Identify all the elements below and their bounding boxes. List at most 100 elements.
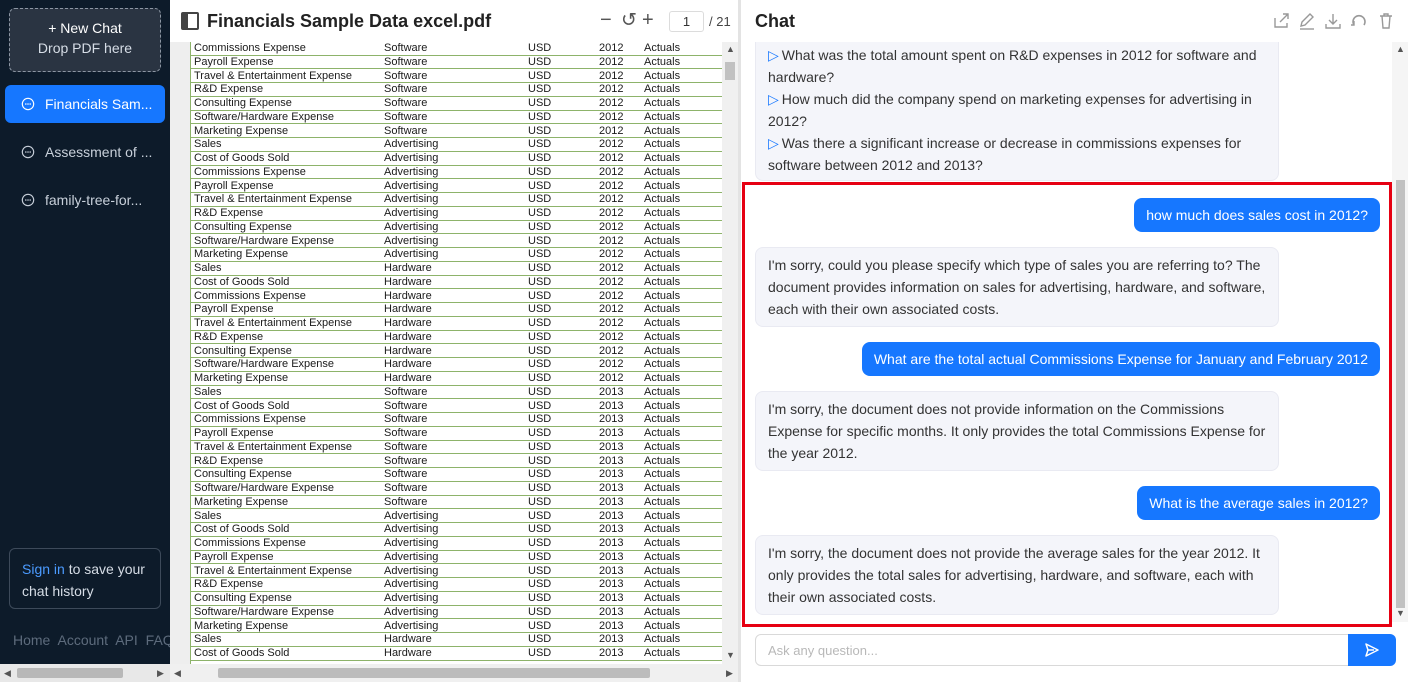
- table-cell: Software: [384, 110, 428, 123]
- footer-link-account[interactable]: Account: [57, 632, 108, 648]
- table-cell: Software: [384, 83, 428, 96]
- table-cell: Consulting Expense: [194, 97, 292, 109]
- table-cell: USD: [528, 399, 552, 412]
- table-cell: Software: [384, 413, 428, 426]
- new-chat-button[interactable]: + New Chat Drop PDF here: [9, 8, 161, 72]
- table-cell: Travel & Entertainment Expense: [194, 564, 352, 577]
- table-cell: Actuals: [644, 275, 681, 288]
- scrollbar-thumb[interactable]: [725, 62, 735, 80]
- sidebar-horizontal-scrollbar[interactable]: ◀ ▶: [0, 664, 170, 682]
- table-cell: USD: [528, 550, 552, 563]
- table-cell: Actuals: [644, 550, 681, 563]
- suggested-question[interactable]: ▷ Was there a significant increase or dec…: [768, 132, 1266, 176]
- pdf-horizontal-scrollbar[interactable]: ◀ ▶: [170, 664, 738, 682]
- scrollbar-thumb[interactable]: [218, 668, 650, 678]
- sidebar-toggle-icon[interactable]: [181, 12, 199, 30]
- footer-link-api[interactable]: API: [115, 632, 138, 648]
- table-cell: R&D Expense: [194, 207, 264, 219]
- table-cell: Travel & Entertainment Expense: [194, 69, 352, 82]
- table-cell: Actuals: [644, 220, 681, 233]
- chat-vertical-scrollbar[interactable]: ▲ ▼: [1392, 42, 1408, 622]
- suggested-question[interactable]: ▷ How much did the company spend on marke…: [768, 88, 1266, 132]
- scroll-left-icon[interactable]: ◀: [174, 668, 181, 679]
- table-cell: 2012: [599, 372, 624, 384]
- table-row: R&D Expense Advertising USD 2013 Actuals: [191, 578, 723, 592]
- table-cell: 2013: [599, 592, 624, 604]
- table-cell: Actuals: [644, 523, 681, 536]
- scroll-left-icon[interactable]: ◀: [4, 668, 11, 679]
- table-cell: Actuals: [644, 303, 681, 316]
- table-cell: Consulting Expense: [194, 468, 292, 481]
- scroll-right-icon[interactable]: ▶: [157, 668, 164, 679]
- zoom-in-icon[interactable]: +: [642, 9, 654, 32]
- sidebar-item-assessment[interactable]: Assessment of ...: [5, 133, 165, 171]
- table-cell: Actuals: [644, 330, 681, 343]
- table-cell: Hardware: [384, 262, 432, 274]
- table-row: Cost of Goods Sold Advertising USD 2012 Actu…: [191, 152, 723, 166]
- pdf-viewer[interactable]: Commissions Expense Software USD 2012 Actual…: [170, 42, 738, 664]
- table-cell: 2013: [599, 427, 624, 439]
- table-cell: Software/Hardware Expense: [194, 482, 335, 494]
- table-row: Sales Advertising USD 2012 Actuals: [191, 138, 723, 152]
- share-icon[interactable]: [1272, 12, 1290, 30]
- suggested-question[interactable]: ▷ What was the total amount spent on R&D …: [768, 44, 1266, 88]
- sidebar: + New Chat Drop PDF here Financials Sam.…: [0, 0, 174, 682]
- table-cell: Actuals: [644, 262, 681, 274]
- footer-link-home[interactable]: Home: [13, 632, 50, 648]
- table-cell: USD: [528, 97, 552, 109]
- send-button[interactable]: [1348, 634, 1396, 666]
- table-row: Software/Hardware Expense Hardware USD 2012…: [191, 358, 723, 372]
- table-cell: 2013: [599, 440, 624, 453]
- scroll-up-icon[interactable]: ▲: [726, 44, 735, 54]
- table-cell: Actuals: [644, 317, 681, 329]
- table-cell: Actuals: [644, 42, 681, 54]
- table-cell: Actuals: [644, 344, 681, 357]
- table-cell: 2013: [599, 578, 624, 591]
- zoom-out-icon[interactable]: −: [600, 9, 612, 32]
- scrollbar-thumb[interactable]: [1396, 180, 1405, 608]
- signin-link[interactable]: Sign in: [22, 561, 65, 577]
- sidebar-item-financials[interactable]: Financials Sam...: [5, 85, 165, 123]
- table-row: R&D Expense Hardware USD 2012 Actuals: [191, 331, 723, 345]
- edit-icon[interactable]: [1298, 12, 1316, 30]
- scroll-right-icon[interactable]: ▶: [726, 668, 733, 679]
- scrollbar-thumb[interactable]: [17, 668, 123, 678]
- table-cell: 2012: [599, 83, 624, 96]
- chat-bubble-icon: [21, 145, 35, 159]
- table-cell: USD: [528, 509, 552, 522]
- table-cell: USD: [528, 275, 552, 288]
- table-cell: Actuals: [644, 248, 681, 261]
- table-cell: 2013: [599, 385, 624, 398]
- pdf-page: Commissions Expense Software USD 2012 Actual…: [190, 42, 723, 664]
- table-row: Consulting Expense Software USD 2013 Actuals: [191, 468, 723, 482]
- rotate-reset-icon[interactable]: ↺: [621, 9, 637, 32]
- table-cell: USD: [528, 468, 552, 481]
- table-cell: Hardware: [384, 647, 432, 659]
- delete-icon[interactable]: [1377, 12, 1395, 30]
- table-row: Marketing Expense Software USD 2012 Actuals: [191, 125, 723, 139]
- scroll-down-icon[interactable]: ▼: [726, 650, 735, 660]
- scroll-down-icon[interactable]: ▼: [1396, 608, 1405, 618]
- sidebar-item-family-tree[interactable]: family-tree-for...: [5, 181, 165, 219]
- page-number-input[interactable]: 1: [669, 11, 704, 32]
- play-triangle-icon: ▷: [768, 135, 779, 151]
- question-input[interactable]: [755, 634, 1349, 666]
- chat-messages[interactable]: ▷ What was the total amount spent on R&D …: [741, 42, 1409, 622]
- table-row: Sales Hardware USD 2012 Actuals: [191, 262, 723, 276]
- table-cell: Consulting Expense: [194, 592, 292, 604]
- table-cell: Consulting Expense: [194, 344, 292, 357]
- table-cell: Actuals: [644, 564, 681, 577]
- table-cell: 2012: [599, 152, 624, 164]
- table-cell: Sales: [194, 509, 222, 522]
- table-cell: USD: [528, 454, 552, 467]
- table-cell: USD: [528, 427, 552, 439]
- table-cell: USD: [528, 605, 552, 618]
- scroll-up-icon[interactable]: ▲: [1396, 44, 1405, 54]
- table-cell: Software: [384, 482, 428, 494]
- pdf-vertical-scrollbar[interactable]: ▲ ▼: [722, 42, 738, 664]
- refresh-icon[interactable]: [1350, 12, 1368, 30]
- table-cell: Actuals: [644, 358, 681, 371]
- table-cell: Advertising: [384, 207, 439, 219]
- table-cell: 2012: [599, 179, 624, 192]
- download-icon[interactable]: [1324, 12, 1342, 30]
